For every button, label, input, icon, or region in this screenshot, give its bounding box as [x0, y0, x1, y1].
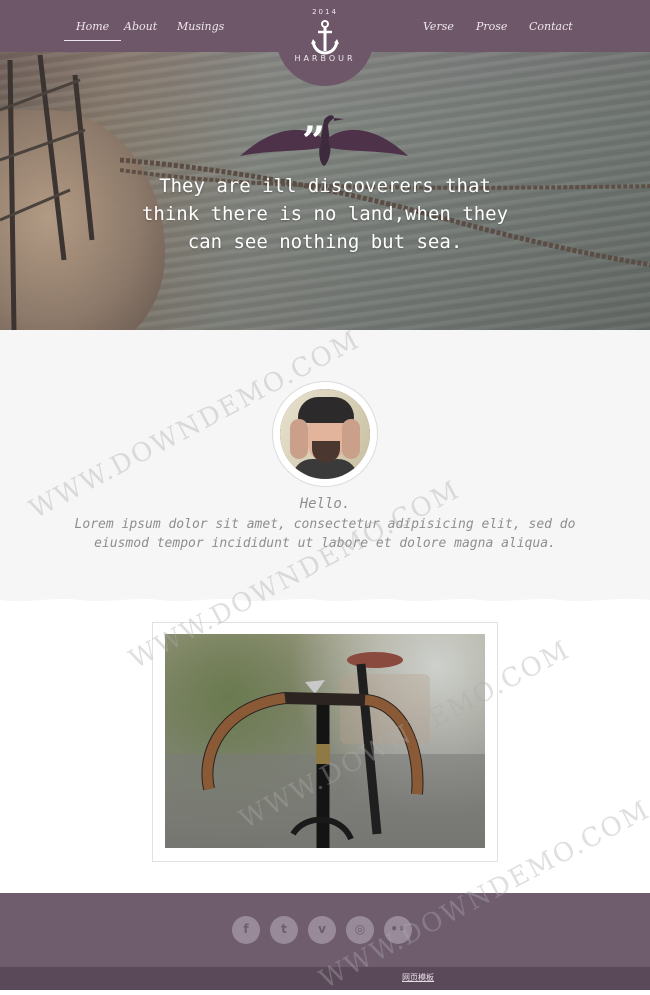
bicycle-image [165, 652, 485, 848]
railing-image [0, 54, 95, 330]
brand-name: HARBOUR [294, 54, 356, 63]
nav-link-about[interactable]: About [124, 20, 157, 33]
about-wave-edge [0, 598, 650, 608]
nav-link-contact[interactable]: Contact [529, 20, 573, 33]
hero-quote: They are ill discoverers that think ther… [141, 175, 509, 253]
vimeo-icon[interactable]: v [308, 916, 336, 944]
anchor-icon [311, 20, 339, 55]
footer-bottom-bar: 网页模板 [0, 967, 650, 990]
twitter-icon[interactable]: t [270, 916, 298, 944]
nav-link-musings[interactable]: Musings [177, 20, 224, 33]
about-section: Hello. Lorem ipsum dolor sit amet, conse… [0, 330, 650, 608]
about-text: Lorem ipsum dolor sit amet, consectetur … [74, 517, 576, 551]
footer-template-link[interactable]: 网页模板 [402, 972, 434, 983]
dribbble-icon[interactable]: ◎ [346, 916, 374, 944]
nav-link-verse[interactable]: Verse [423, 20, 454, 33]
nav-link-prose[interactable]: Prose [476, 20, 507, 33]
avatar-ring [273, 382, 377, 486]
flickr-icon[interactable]: •• [384, 916, 412, 944]
avatar [280, 389, 370, 479]
quote-mark-icon: ” [302, 118, 326, 165]
featured-photo-frame [152, 622, 498, 862]
brand-year: 2014 [312, 8, 338, 16]
facebook-icon[interactable]: f [232, 916, 260, 944]
bicycle-photo[interactable] [165, 634, 485, 848]
footer: f t v ◎ •• 网页模板 [0, 893, 650, 990]
about-greeting: Hello. [299, 496, 351, 512]
nav-link-home[interactable]: Home [63, 20, 122, 41]
